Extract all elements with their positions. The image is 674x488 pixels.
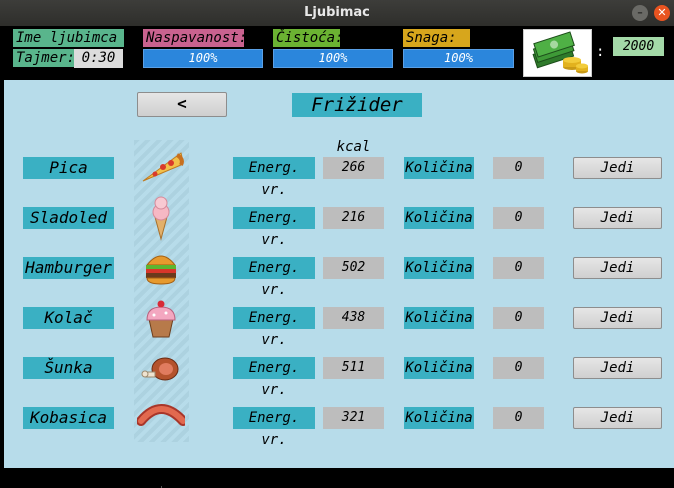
ice-cream-icon — [137, 195, 185, 241]
cleanliness-progress: 100% — [273, 49, 393, 68]
window-titlebar: Ljubimac – ✕ — [0, 0, 674, 26]
energy-value: 502 — [323, 257, 384, 279]
food-name: Pica — [23, 157, 114, 179]
quantity-label: Količina — [404, 307, 474, 329]
strength-progress-text: 100% — [444, 51, 473, 65]
eat-button[interactable]: Jedi — [573, 157, 662, 179]
energy-value: 438 — [323, 307, 384, 329]
money-value: 2000 — [613, 37, 664, 56]
food-row: Sladoled Energ. vr. 216 Količina 0 Jedi — [0, 196, 674, 248]
kcal-header: kcal — [336, 139, 371, 155]
strength-progress: 100% — [403, 49, 514, 68]
close-icon[interactable]: ✕ — [654, 5, 670, 21]
energy-value: 511 — [323, 357, 384, 379]
food-name: Kobasica — [23, 407, 114, 429]
food-row: Šunka Energ. vr. 511 Količina 0 Jedi — [0, 357, 674, 398]
energy-label: Energ. vr. — [233, 357, 315, 398]
strength-label: Snaga: — [403, 29, 470, 47]
cleanliness-progress-text: 100% — [318, 51, 348, 65]
quantity-label: Količina — [404, 357, 474, 379]
quantity-value: 0 — [493, 357, 544, 379]
energy-value: 216 — [323, 207, 384, 229]
window-title: Ljubimac — [304, 5, 370, 20]
sleep-progress-text: 100% — [188, 51, 218, 65]
energy-value: 266 — [323, 157, 384, 179]
quantity-label: Količina — [404, 157, 474, 179]
quantity-label: Količina — [404, 207, 474, 229]
cleanliness-label: Čistoća: — [273, 29, 343, 47]
timer-label: Tajmer: — [13, 49, 75, 67]
cupcake-icon — [137, 295, 185, 341]
pizza-icon — [137, 145, 185, 191]
timer-value: 0:30 — [74, 49, 123, 68]
energy-label: Energ. vr. — [233, 307, 315, 348]
page-title: Frižider — [292, 93, 422, 117]
quantity-label: Količina — [404, 257, 474, 279]
eat-button[interactable]: Jedi — [573, 307, 662, 329]
pet-name-label: Ime ljubimca — [13, 29, 124, 47]
food-row: Kolač Energ. vr. 438 Količina 0 Jedi — [0, 300, 674, 348]
food-name: Hamburger — [23, 257, 114, 279]
quantity-value: 0 — [493, 207, 544, 229]
food-name: Sladoled — [23, 207, 114, 229]
energy-value: 321 — [323, 407, 384, 429]
bottom-bar — [0, 468, 674, 488]
eat-button[interactable]: Jedi — [573, 357, 662, 379]
sausage-icon — [136, 395, 188, 441]
energy-label: Energ. vr. — [233, 407, 315, 448]
food-name: Šunka — [23, 357, 114, 379]
money-separator: : — [596, 44, 605, 60]
eat-button[interactable]: Jedi — [573, 407, 662, 429]
food-name: Kolač — [23, 307, 114, 329]
food-row: Hamburger Energ. vr. 502 Količina 0 Jedi — [0, 255, 674, 298]
eat-button[interactable]: Jedi — [573, 207, 662, 229]
quantity-value: 0 — [493, 157, 544, 179]
sleep-label: Naspavanost: — [143, 29, 247, 47]
hamburger-icon — [137, 245, 185, 291]
energy-label: Energ. vr. — [233, 207, 315, 248]
back-button[interactable]: < — [137, 92, 227, 117]
minimize-icon[interactable]: – — [632, 5, 648, 21]
money-stack-icon — [523, 29, 592, 77]
food-row: Pica Energ. vr. 266 Količina 0 Jedi — [0, 152, 674, 198]
quantity-label: Količina — [404, 407, 474, 429]
sleep-progress: 100% — [143, 49, 263, 68]
energy-label: Energ. vr. — [233, 157, 315, 198]
eat-button[interactable]: Jedi — [573, 257, 662, 279]
ham-icon — [137, 345, 185, 391]
energy-label: Energ. vr. — [233, 257, 315, 298]
quantity-value: 0 — [493, 307, 544, 329]
quantity-value: 0 — [493, 407, 544, 429]
quantity-value: 0 — [493, 257, 544, 279]
food-row: Kobasica Energ. vr. 321 Količina 0 Jedi — [0, 404, 674, 448]
